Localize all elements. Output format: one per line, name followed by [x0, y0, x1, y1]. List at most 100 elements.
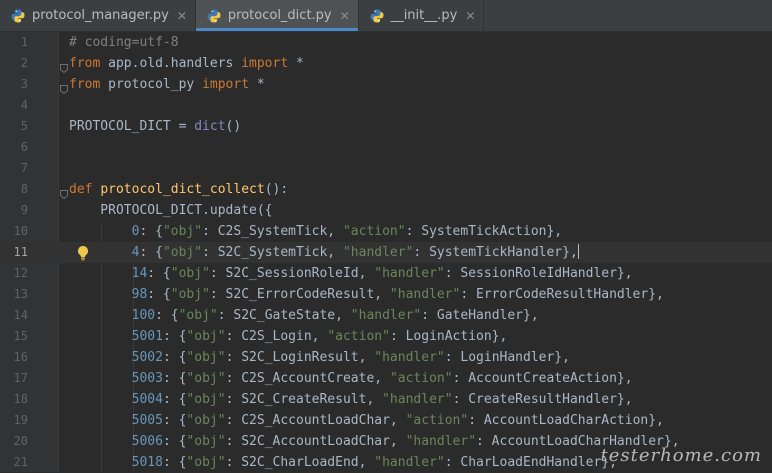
tab-protocol-dict[interactable]: protocol_dict.py ✕ [195, 0, 359, 31]
code-line[interactable]: 1 # coding=utf-8 [0, 32, 772, 53]
code-text: 5018: {"obj": S2C_CharLoadEnd, "handler"… [69, 452, 617, 473]
code-token: : { [162, 350, 187, 365]
code-line[interactable]: 8 def protocol_dict_collect(): [0, 179, 772, 200]
code-token: : { [162, 371, 187, 386]
code-line[interactable]: 2 from app.old.handlers import * [0, 53, 772, 74]
code-text: from app.old.handlers import * [69, 53, 304, 74]
code-token: app.old.handlers [100, 56, 242, 71]
code-line[interactable]: 5 PROTOCOL_DICT = dict() [0, 116, 772, 137]
code-line[interactable]: 9 PROTOCOL_DICT.update({ [0, 200, 772, 221]
line-number: 13 [13, 287, 28, 301]
code-token: "handler" [350, 308, 422, 323]
fold-marker-icon[interactable] [60, 59, 68, 74]
code-token: : LoginHandler}, [444, 350, 570, 365]
fold-marker-icon[interactable] [60, 185, 68, 200]
code-line[interactable]: 17 5003: {"obj": C2S_AccountCreate, "act… [0, 368, 772, 389]
code-text: from protocol_py import * [69, 74, 265, 95]
code-token: "obj" [162, 224, 203, 239]
code-text: # coding=utf-8 [69, 32, 179, 53]
code-token: : S2C_GateState, [217, 308, 351, 323]
watermark: testerhome.com [600, 445, 762, 466]
code-token: () [225, 119, 242, 134]
code-token: : { [162, 392, 187, 407]
line-number: 10 [13, 224, 28, 238]
line-number: 19 [13, 413, 28, 427]
code-token: "handler" [382, 392, 453, 407]
code-line[interactable]: 7 [0, 158, 772, 179]
code-text: 5005: {"obj": C2S_AccountLoadChar, "acti… [69, 410, 664, 431]
code-token: : C2S_SystemTick, [202, 224, 343, 239]
code-line[interactable]: 16 5002: {"obj": S2C_LoginResult, "handl… [0, 347, 772, 368]
code-token: "action" [405, 413, 469, 428]
code-token: : C2S_AccountLoadChar, [225, 413, 406, 428]
code-line[interactable]: 13 98: {"obj": S2C_ErrorCodeResult, "han… [0, 284, 772, 305]
code-line[interactable]: 11 4: {"obj": S2C_SystemTick, "handler":… [0, 242, 772, 263]
code-token: : AccountLoadCharAction}, [468, 413, 664, 428]
code-token: : S2C_AccountLoadChar, [225, 434, 406, 449]
code-line[interactable]: 12 14: {"obj": S2C_SessionRoleId, "handl… [0, 263, 772, 284]
code-token: : { [162, 329, 187, 344]
code-line[interactable]: 3 from protocol_py import * [0, 74, 772, 95]
code-token: : C2S_AccountCreate, [225, 371, 390, 386]
code-token: "obj" [170, 287, 210, 302]
line-number: 18 [13, 392, 28, 406]
line-number: 4 [20, 98, 28, 112]
code-line[interactable]: 14 100: {"obj": S2C_GateState, "handler"… [0, 305, 772, 326]
code-token: "obj" [186, 329, 226, 344]
code-token: "obj" [186, 455, 226, 470]
code-line[interactable]: 6 [0, 137, 772, 158]
code-token: "handler" [374, 266, 445, 281]
close-icon[interactable]: ✕ [465, 9, 475, 23]
code-token: 5018 [131, 455, 163, 470]
code-token: : { [155, 308, 179, 323]
line-number: 7 [20, 161, 28, 175]
code-token: : S2C_CreateResult, [225, 392, 383, 407]
code-token: "handler" [374, 455, 445, 470]
code-token: 98 [131, 287, 148, 302]
code-line[interactable]: 18 5004: {"obj": S2C_CreateResult, "hand… [0, 389, 772, 410]
code-token: : SystemTickAction}, [405, 224, 563, 239]
code-text: 5002: {"obj": S2C_LoginResult, "handler"… [69, 347, 570, 368]
code-line[interactable]: 10 0: {"obj": C2S_SystemTick, "action": … [0, 221, 772, 242]
code-line[interactable]: 19 5005: {"obj": C2S_AccountLoadChar, "a… [0, 410, 772, 431]
code-token: "obj" [186, 371, 226, 386]
code-text: PROTOCOL_DICT = dict() [69, 116, 241, 137]
code-token: : CreateResultHandler}, [452, 392, 633, 407]
code-token: : SessionRoleIdHandler}, [444, 266, 633, 281]
fold-marker-icon[interactable] [60, 80, 68, 95]
close-icon[interactable]: ✕ [177, 9, 187, 23]
code-line[interactable]: 15 5001: {"obj": C2S_Login, "action": Lo… [0, 326, 772, 347]
code-text: 5001: {"obj": C2S_Login, "action": Login… [69, 326, 508, 347]
code-token: "obj" [186, 413, 226, 428]
code-token: : { [162, 413, 187, 428]
code-token: protocol_py [100, 77, 203, 92]
line-number: 5 [20, 119, 28, 133]
code-token: : { [162, 455, 187, 470]
code-token: PROTOCOL_DICT.update({ [69, 203, 273, 218]
line-number: 11 [13, 245, 28, 259]
code-editor[interactable]: 1 # coding=utf-8 2 from app.old.handlers im… [0, 32, 772, 472]
code-text: 0: {"obj": C2S_SystemTick, "action": Sys… [69, 221, 563, 242]
code-token: "obj" [170, 266, 210, 281]
tab-init[interactable]: __init__.py ✕ [359, 0, 485, 31]
tab-protocol-manager[interactable]: protocol_manager.py ✕ [0, 0, 196, 31]
code-token: (): [264, 182, 289, 197]
line-number: 3 [20, 77, 28, 91]
code-token: # coding=utf-8 [69, 35, 179, 50]
line-number: 14 [13, 308, 28, 322]
code-token: : AccountCreateAction}, [452, 371, 633, 386]
close-icon[interactable]: ✕ [340, 9, 350, 23]
code-token: 5002 [131, 350, 163, 365]
code-token: : S2C_ErrorCodeResult, [209, 287, 390, 302]
line-number: 16 [13, 350, 28, 364]
code-token: "handler" [405, 434, 477, 449]
line-number: 9 [20, 203, 28, 217]
code-line[interactable]: 4 [0, 95, 772, 116]
